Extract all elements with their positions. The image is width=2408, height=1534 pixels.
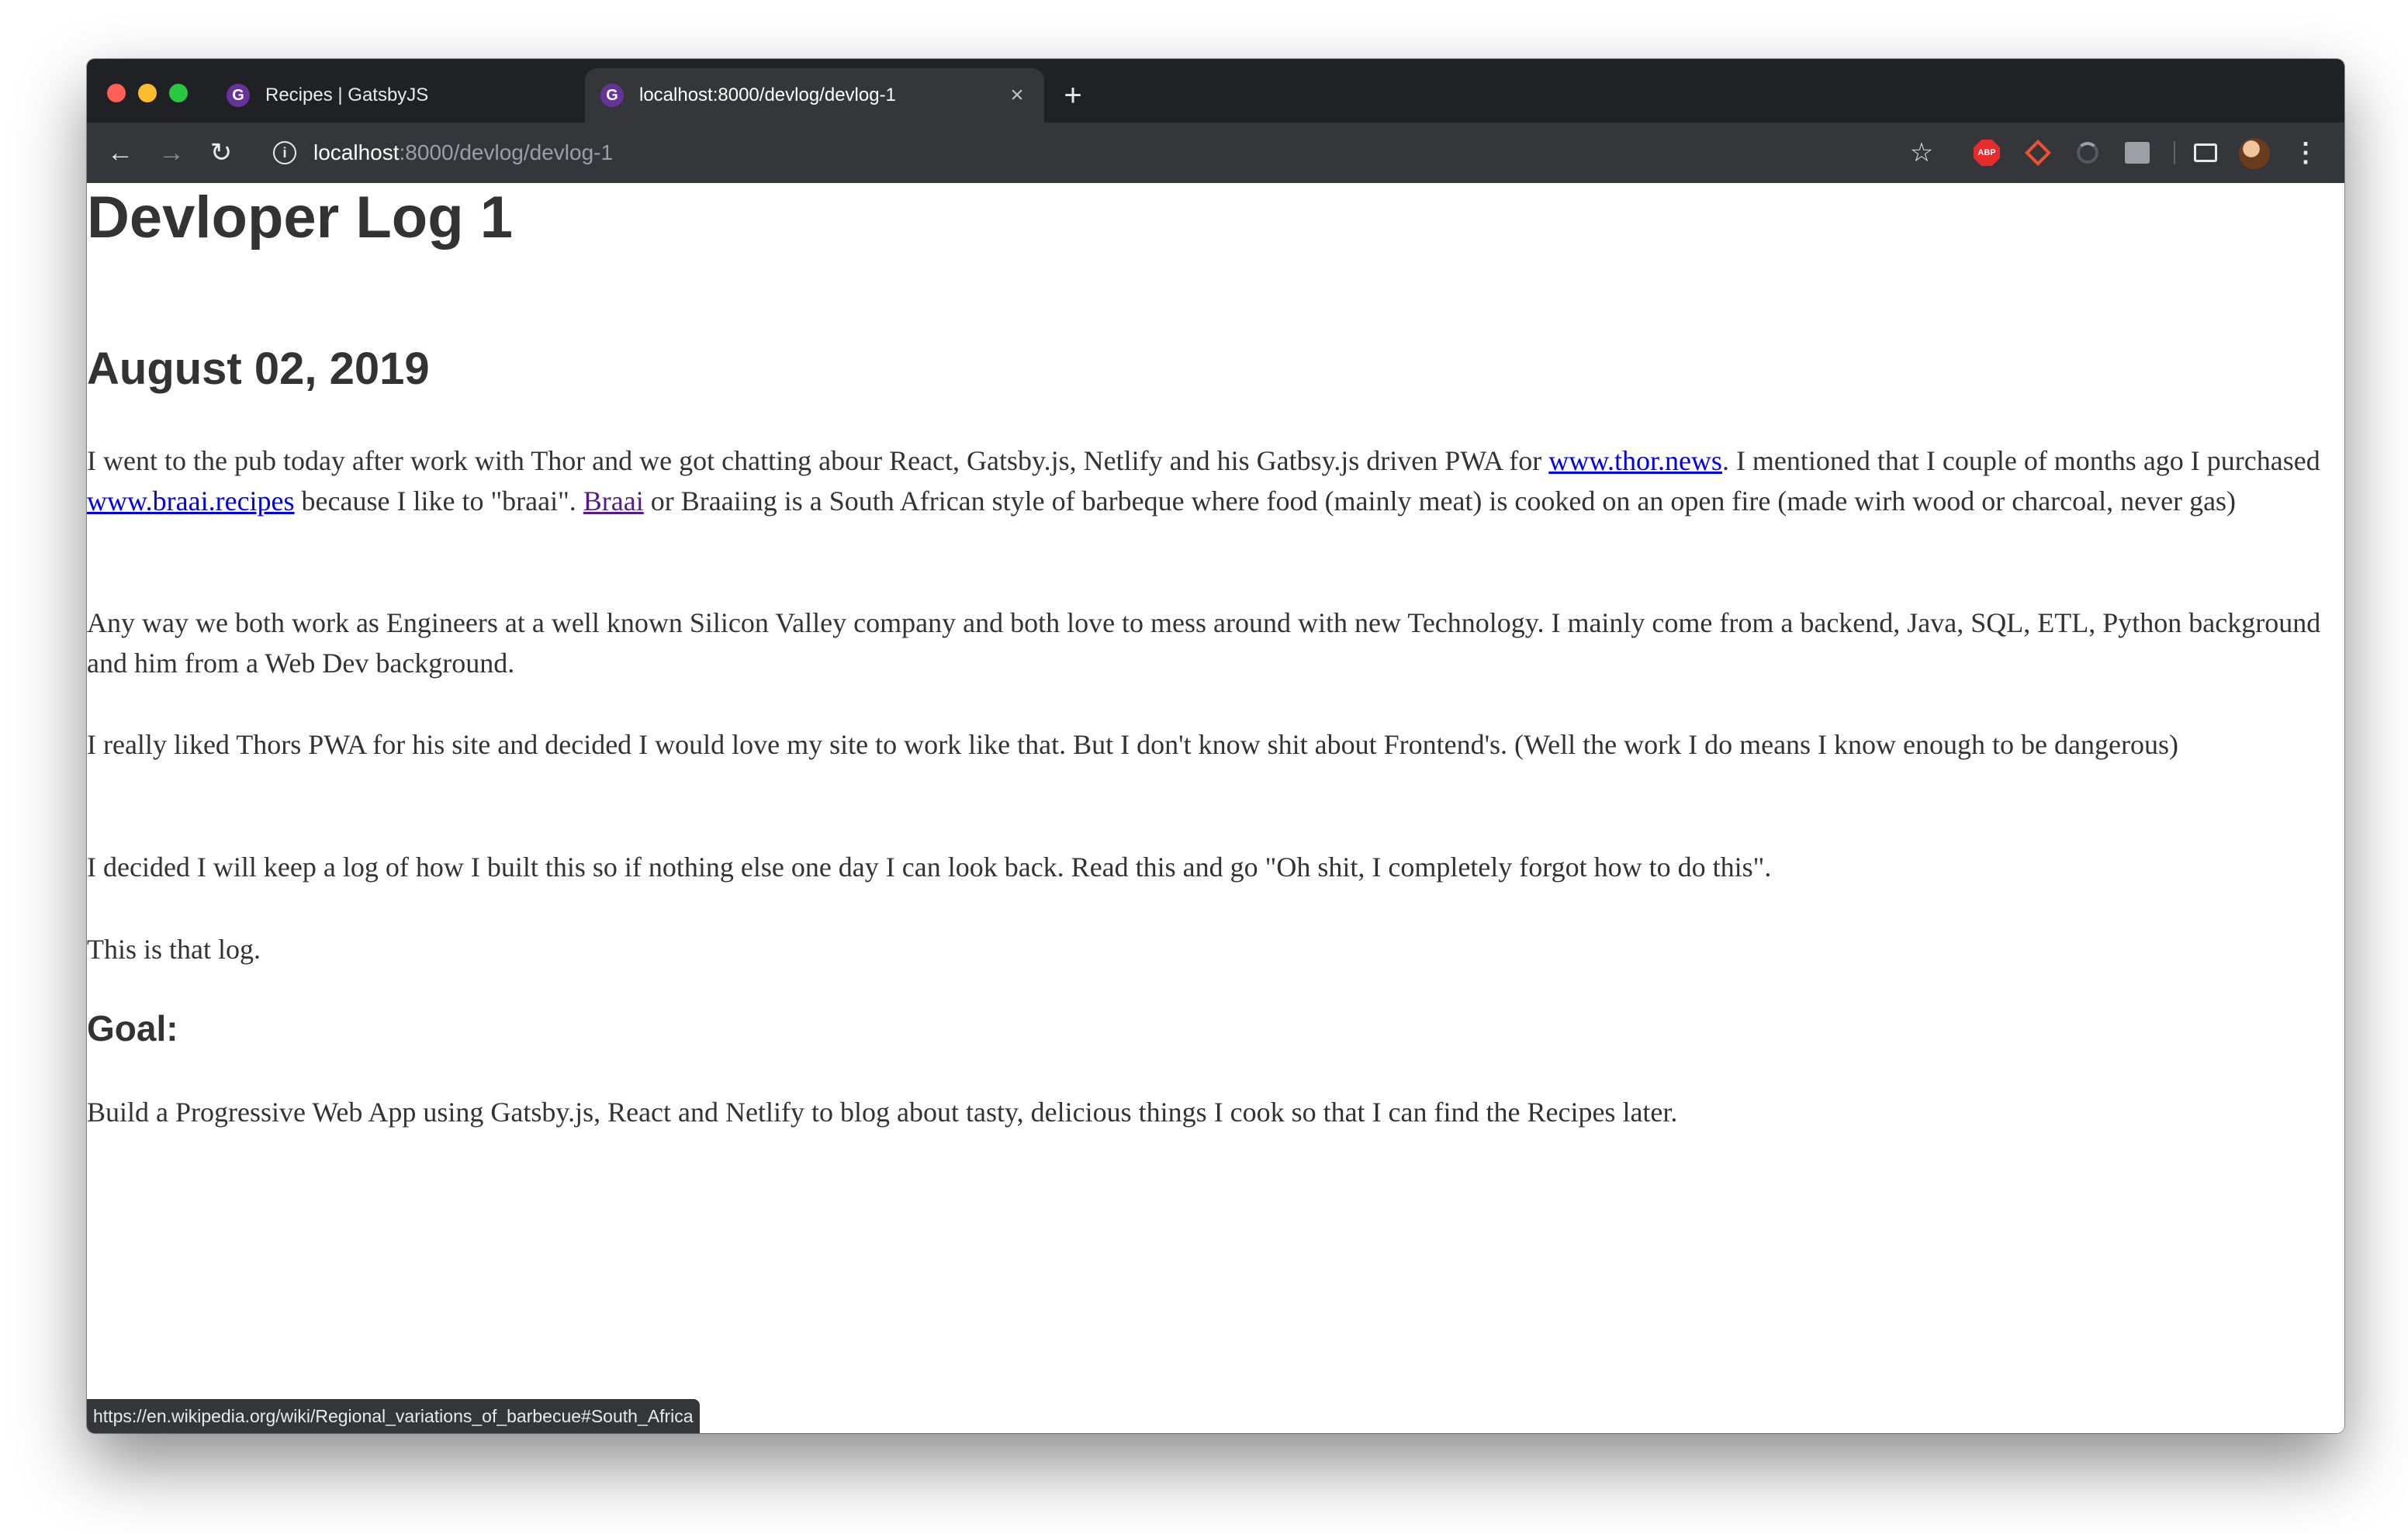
- page-title: Devloper Log 1: [87, 185, 513, 250]
- tab-title: Recipes | GatsbyJS: [265, 85, 429, 105]
- minimize-window-button[interactable]: [138, 84, 157, 102]
- loading-extension-icon[interactable]: [2070, 135, 2105, 171]
- goal-heading: Goal:: [87, 1008, 178, 1049]
- image-extension-icon[interactable]: [2119, 135, 2155, 171]
- paragraph-this-log: This is that log.: [87, 934, 261, 965]
- close-window-button[interactable]: [107, 84, 126, 102]
- menu-icon[interactable]: ⋮: [2290, 133, 2321, 172]
- gatsby-icon: G: [227, 84, 250, 107]
- profile-avatar[interactable]: [2239, 138, 2270, 169]
- thor-news-link[interactable]: www.thor.news: [1548, 445, 1722, 476]
- tab-title: localhost:8000/devlog/devlog-1: [639, 85, 896, 105]
- tab-devlog[interactable]: G localhost:8000/devlog/devlog-1 ×: [585, 68, 1044, 123]
- browser-window: G Recipes | GatsbyJS × G localhost:8000/…: [87, 59, 2344, 1433]
- url-host: localhost: [313, 140, 400, 164]
- abp-label: ABP: [1974, 140, 2000, 166]
- tab-strip: G Recipes | GatsbyJS × G localhost:8000/…: [87, 59, 2344, 123]
- close-tab-icon[interactable]: ×: [1005, 82, 1029, 108]
- paragraph-goal: Build a Progressive Web App using Gatsby…: [87, 1097, 1678, 1128]
- new-tab-button[interactable]: +: [1054, 76, 1092, 115]
- gatsby-icon: G: [600, 84, 624, 107]
- paragraph-background: Any way we both work as Engineers at a w…: [87, 607, 2321, 679]
- reload-button[interactable]: ↻: [202, 133, 240, 172]
- forward-button[interactable]: →: [152, 133, 191, 172]
- bookmark-star-icon[interactable]: ☆: [1902, 133, 1941, 172]
- paragraph-log-purpose: I decided I will keep a log of how I bui…: [87, 852, 1772, 883]
- browser-toolbar: ← → ↻ i localhost:8000/devlog/devlog-1 ☆…: [87, 123, 2344, 183]
- paragraph-intro: I went to the pub today after work with …: [87, 445, 2320, 517]
- maximize-window-button[interactable]: [169, 84, 188, 102]
- braai-recipes-link[interactable]: www.braai.recipes: [87, 485, 295, 517]
- back-button[interactable]: ←: [101, 133, 140, 172]
- adblock-plus-icon[interactable]: ABP: [1969, 135, 2005, 171]
- paragraph-motivation: I really liked Thors PWA for his site an…: [87, 729, 2178, 760]
- info-icon[interactable]: i: [273, 141, 296, 164]
- page-content: Devloper Log 1 August 02, 2019 I went to…: [87, 183, 2344, 1433]
- address-bar[interactable]: i localhost:8000/devlog/devlog-1: [258, 130, 1964, 175]
- url-path: :8000/devlog/devlog-1: [399, 140, 614, 164]
- toolbar-divider: [2174, 141, 2175, 164]
- status-bar-url: https://en.wikipedia.org/wiki/Regional_v…: [87, 1399, 700, 1433]
- post-date: August 02, 2019: [87, 344, 430, 394]
- braai-wiki-link[interactable]: Braai: [583, 485, 644, 517]
- git-extension-icon[interactable]: [2020, 135, 2056, 171]
- cast-icon[interactable]: [2188, 135, 2223, 171]
